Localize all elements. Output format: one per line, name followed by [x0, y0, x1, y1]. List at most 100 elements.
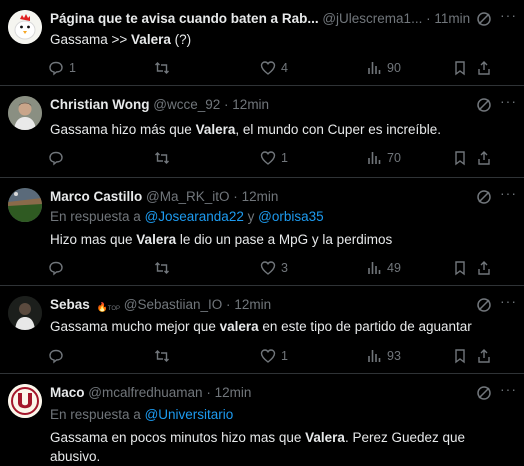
grok-icon[interactable] [476, 189, 492, 205]
stadium-photo-icon [8, 188, 42, 222]
grok-icon[interactable] [476, 385, 492, 401]
views-button[interactable]: 70 [366, 148, 401, 168]
share-icon [476, 60, 492, 76]
avatar[interactable] [8, 296, 42, 330]
text-segment: , el mundo con Cuper es increíble. [235, 122, 441, 137]
reply-button[interactable] [48, 148, 69, 168]
more-options-icon[interactable]: ··· [500, 186, 516, 204]
highlighted-term: valera [219, 319, 259, 334]
universitario-logo-icon [8, 384, 42, 418]
mention-link[interactable]: @orbisa35 [258, 209, 324, 224]
author-handle[interactable]: @wcce_92 [153, 97, 220, 112]
tweet-header: Christian Wong @wcce_92 · 12min [50, 96, 484, 114]
reply-context: En respuesta a @Josearanda22 y @orbisa35 [50, 208, 324, 226]
timestamp[interactable]: 12min [234, 297, 271, 312]
more-options-icon[interactable]: ··· [500, 382, 516, 400]
highlighted-term: Valera [136, 232, 177, 247]
timestamp[interactable]: 12min [232, 97, 269, 112]
heart-icon [260, 150, 276, 166]
bookmark-icon [452, 348, 468, 364]
text-segment: Hizo mas que [50, 232, 137, 247]
heart-icon [260, 260, 276, 276]
share-icon [476, 260, 492, 276]
retweet-icon [154, 150, 170, 166]
retweet-button[interactable] [154, 58, 175, 78]
retweet-icon [154, 60, 170, 76]
more-options-icon[interactable]: ··· [500, 8, 516, 26]
like-button[interactable]: 1 [260, 148, 288, 168]
timestamp[interactable]: 12min [215, 385, 252, 400]
reply-joiner: y [243, 209, 259, 224]
person-photo-icon [8, 96, 42, 130]
avatar[interactable] [8, 96, 42, 130]
avatar[interactable] [8, 10, 42, 44]
share-button[interactable] [476, 346, 492, 366]
tweet[interactable]: Maco @mcalfredhuaman · 12min ··· En resp… [0, 374, 524, 466]
tweet[interactable]: Marco Castillo @Ma_RK_itO · 12min ··· En… [0, 178, 524, 286]
bookmark-button[interactable] [452, 148, 468, 168]
timestamp[interactable]: 12min [242, 189, 279, 204]
reply-button[interactable]: 1 [48, 58, 76, 78]
tweet-text: Gassama en pocos minutos hizo mas que Va… [50, 428, 470, 466]
highlighted-term: Valera [131, 32, 171, 47]
reply-button[interactable] [48, 258, 69, 278]
separator-dot: · [426, 11, 431, 26]
tweet[interactable]: Christian Wong @wcce_92 · 12min ··· Gass… [0, 86, 524, 178]
author-name[interactable]: Christian Wong [50, 97, 150, 112]
views-button[interactable]: 49 [366, 258, 401, 278]
author-handle[interactable]: @Sebastiian_IO [124, 297, 223, 312]
author-handle[interactable]: @Ma_RK_itO [146, 189, 229, 204]
author-name[interactable]: Página que te avisa cuando baten a Rab..… [50, 11, 319, 26]
tweet[interactable]: Página que te avisa cuando baten a Rab..… [0, 0, 524, 86]
avatar[interactable] [8, 384, 42, 418]
separator-dot: · [226, 297, 231, 312]
retweet-button[interactable] [154, 148, 175, 168]
grok-icon[interactable] [476, 97, 492, 113]
share-icon [476, 150, 492, 166]
share-button[interactable] [476, 58, 492, 78]
author-handle[interactable]: @mcalfredhuaman [88, 385, 202, 400]
retweet-button[interactable] [154, 258, 175, 278]
reply-icon [48, 150, 64, 166]
mention-link[interactable]: @Josearanda22 [145, 209, 244, 224]
share-button[interactable] [476, 148, 492, 168]
author-name[interactable]: Maco [50, 385, 85, 400]
text-segment: Gassama >> [50, 32, 132, 47]
timestamp[interactable]: 11min [434, 11, 470, 26]
reply-icon [48, 348, 64, 364]
author-name[interactable]: Sebas [50, 297, 90, 312]
tweet-actions: 3 49 [44, 258, 514, 278]
grok-icon[interactable] [476, 297, 492, 313]
tweet-text: Gassama >> Valera (?) [50, 30, 510, 49]
reply-context-label: En respuesta a [50, 407, 145, 422]
more-options-icon[interactable]: ··· [500, 94, 516, 112]
like-button[interactable]: 1 [260, 346, 288, 366]
tweet-header: Página que te avisa cuando baten a Rab..… [50, 10, 484, 28]
like-count: 1 [281, 151, 288, 165]
grok-icon[interactable] [476, 11, 492, 27]
views-button[interactable]: 90 [366, 58, 401, 78]
author-name[interactable]: Marco Castillo [50, 189, 142, 204]
more-options-icon[interactable]: ··· [500, 294, 516, 312]
tweet-text: Gassama hizo más que Valera, el mundo co… [50, 120, 510, 139]
tweet-header: Marco Castillo @Ma_RK_itO · 12min [50, 188, 484, 206]
avatar[interactable] [8, 188, 42, 222]
reply-context-label: En respuesta a [50, 209, 145, 224]
bookmark-button[interactable] [452, 58, 468, 78]
mention-link[interactable]: @Universitario [145, 407, 234, 422]
retweet-button[interactable] [154, 346, 175, 366]
tweet[interactable]: Sebas 🔥TOP @Sebastiian_IO · 12min ··· Ga… [0, 286, 524, 374]
tweet-actions: 1 4 90 [44, 58, 514, 78]
share-button[interactable] [476, 258, 492, 278]
tweet-header: Maco @mcalfredhuaman · 12min [50, 384, 484, 402]
views-icon [366, 260, 382, 276]
like-button[interactable]: 4 [260, 58, 288, 78]
reply-icon [48, 60, 64, 76]
bookmark-button[interactable] [452, 346, 468, 366]
bookmark-button[interactable] [452, 258, 468, 278]
views-button[interactable]: 93 [366, 346, 401, 366]
like-button[interactable]: 3 [260, 258, 288, 278]
tweet-text: Hizo mas que Valera le dio un pase a MpG… [50, 230, 510, 249]
author-handle[interactable]: @jUlescrema1... [322, 11, 422, 26]
reply-button[interactable] [48, 346, 69, 366]
